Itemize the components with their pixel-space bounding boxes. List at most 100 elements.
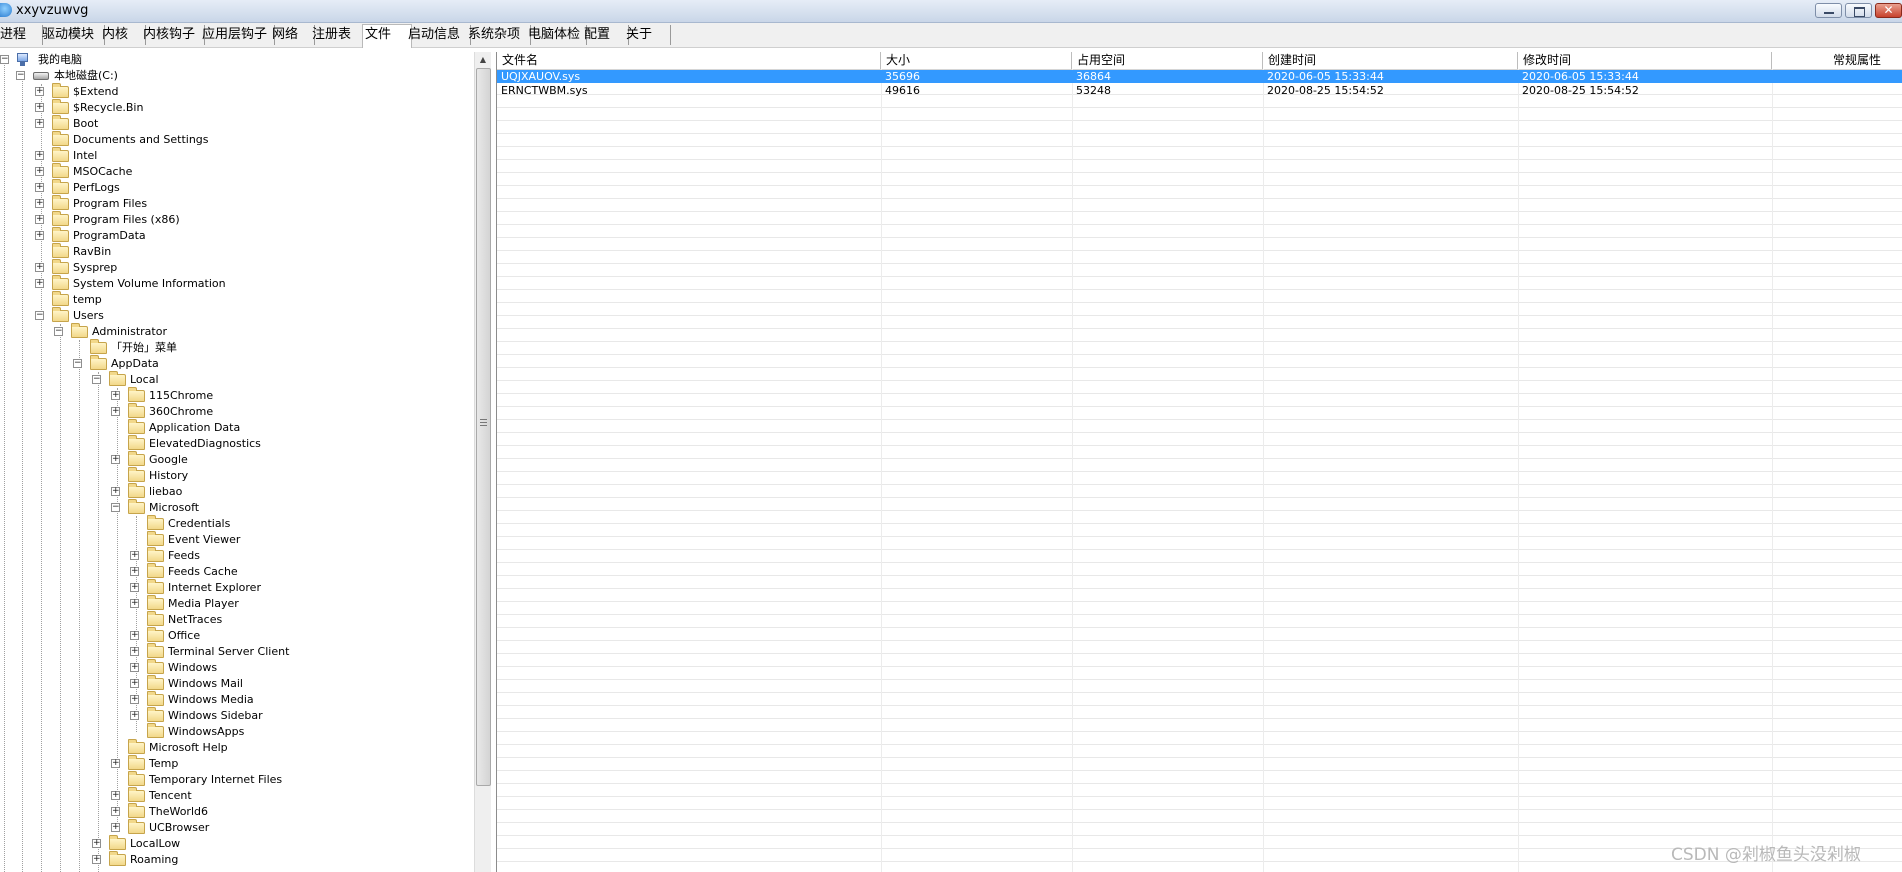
collapse-icon[interactable]: − [0,55,9,64]
tree-node[interactable]: + Google [0,451,470,468]
tab-2[interactable]: 内核 [100,25,146,45]
tree-node[interactable]: + Temp [0,755,470,772]
expand-icon[interactable]: + [111,455,120,464]
collapse-icon[interactable]: − [16,71,25,80]
tree-node[interactable]: + liebao [0,483,470,500]
tree-node[interactable]: − AppData [0,355,470,372]
tree-node[interactable]: + Windows Mail [0,675,470,692]
tab-4[interactable]: 应用层钩子 [200,25,275,45]
tree-node[interactable]: + Feeds [0,547,470,564]
tree-node[interactable]: + LocalLow [0,835,470,852]
tree-node[interactable]: + Internet Explorer [0,579,470,596]
expand-icon[interactable]: + [130,695,139,704]
expand-icon[interactable]: + [130,631,139,640]
collapse-icon[interactable]: − [35,311,44,320]
column-header[interactable]: 创建时间 [1263,52,1518,69]
tab-11[interactable]: 配置 [582,25,629,45]
collapse-icon[interactable]: − [54,327,63,336]
tree-node[interactable]: + UCBrowser [0,819,470,836]
tab-8[interactable]: 启动信息 [406,25,471,45]
expand-icon[interactable]: + [35,183,44,192]
expand-icon[interactable]: + [111,791,120,800]
tab-12[interactable]: 关于 [624,25,671,45]
tree-node[interactable]: + Office [0,627,470,644]
expand-icon[interactable]: + [130,583,139,592]
tree-node[interactable]: 「开始」菜单 [0,339,470,356]
close-button[interactable]: ✕ [1875,3,1902,18]
tree-node[interactable]: + Boot [0,115,470,132]
tab-0[interactable]: 进程 [0,25,43,45]
tree-node[interactable]: Documents and Settings [0,131,470,148]
expand-icon[interactable]: + [130,647,139,656]
tree-node[interactable]: History [0,467,470,484]
expand-icon[interactable]: + [111,823,120,832]
table-row[interactable]: UQJXAUOV.sys 35696 36864 2020-06-05 15:33:4… [497,70,1902,83]
expand-icon[interactable]: + [130,567,139,576]
expand-icon[interactable]: + [130,599,139,608]
tree-node[interactable]: − Microsoft [0,499,470,516]
expand-icon[interactable]: + [35,151,44,160]
file-list[interactable]: 文件名 大小 占用空间 创建时间 修改时间 常规属性 UQJXAUOV.sys 35696 3… [496,52,1902,872]
tab-3[interactable]: 内核钩子 [141,25,205,45]
expand-icon[interactable]: + [35,279,44,288]
folder-tree[interactable]: − 我的电脑 − 本地磁盘(C:) + $Extend + $Recycle.Bin + Boot… [0,52,492,872]
expand-icon[interactable]: + [111,407,120,416]
tree-node[interactable]: + Roaming [0,851,470,868]
tree-node[interactable]: − Administrator [0,323,470,340]
tree-node[interactable]: − Users [0,307,470,324]
tree-node[interactable]: WindowsApps [0,723,470,740]
expand-icon[interactable]: + [35,103,44,112]
tree-node[interactable]: + PerfLogs [0,179,470,196]
tree-node[interactable]: Application Data [0,419,470,436]
tree-node[interactable]: Temporary Internet Files [0,771,470,788]
tree-node[interactable]: + Sysprep [0,259,470,276]
expand-icon[interactable]: + [130,679,139,688]
expand-icon[interactable]: + [35,167,44,176]
tree-node[interactable]: + Feeds Cache [0,563,470,580]
tree-node[interactable]: Credentials [0,515,470,532]
tab-9[interactable]: 系统杂项 [466,25,531,45]
expand-icon[interactable]: + [111,487,120,496]
tree-node[interactable]: + TheWorld6 [0,803,470,820]
tab-5[interactable]: 网络 [270,25,315,45]
scroll-up-arrow-icon[interactable]: ▲ [475,52,491,68]
expand-icon[interactable]: + [35,215,44,224]
expand-icon[interactable]: + [35,263,44,272]
tree-node[interactable]: + Intel [0,147,470,164]
tree-node[interactable]: +360Chrome [0,403,470,420]
tree-node[interactable]: temp [0,291,470,308]
tree-node-drive-c[interactable]: − 本地磁盘(C:) [0,68,470,84]
expand-icon[interactable]: + [111,391,120,400]
tree-node[interactable]: RavBin [0,243,470,260]
table-row[interactable]: ERNCTWBM.sys 49616 53248 2020-08-25 15:54:5… [497,84,1902,97]
tree-node[interactable]: + Tencent [0,787,470,804]
tree-node[interactable]: + $Extend [0,83,470,100]
tree-node[interactable]: + $Recycle.Bin [0,99,470,116]
column-header[interactable]: 大小 [881,52,1072,69]
tree-node-my-computer[interactable]: − 我的电脑 [0,52,470,68]
column-header[interactable]: 修改时间 [1518,52,1772,69]
collapse-icon[interactable]: − [73,359,82,368]
tree-node[interactable]: Event Viewer [0,531,470,548]
expand-icon[interactable]: + [35,199,44,208]
collapse-icon[interactable]: − [111,503,120,512]
tree-node[interactable]: − Local [0,371,470,388]
expand-icon[interactable]: + [92,855,101,864]
tab-1[interactable]: 驱动模块 [40,25,105,45]
expand-icon[interactable]: + [111,807,120,816]
expand-icon[interactable]: + [130,551,139,560]
tab-7[interactable]: 文件 [362,24,412,48]
tree-node[interactable]: + Media Player [0,595,470,612]
expand-icon[interactable]: + [35,119,44,128]
tree-node[interactable]: + ProgramData [0,227,470,244]
tree-node[interactable]: ElevatedDiagnostics [0,435,470,452]
tab-6[interactable]: 注册表 [310,25,367,45]
column-header[interactable]: 占用空间 [1072,52,1263,69]
expand-icon[interactable]: + [130,711,139,720]
minimize-button[interactable] [1815,3,1842,18]
tree-node[interactable]: + Windows [0,659,470,676]
tree-node[interactable]: NetTraces [0,611,470,628]
tree-node[interactable]: + Program Files (x86) [0,211,470,228]
expand-icon[interactable]: + [111,759,120,768]
tree-scrollbar[interactable]: ▲ [474,52,491,872]
